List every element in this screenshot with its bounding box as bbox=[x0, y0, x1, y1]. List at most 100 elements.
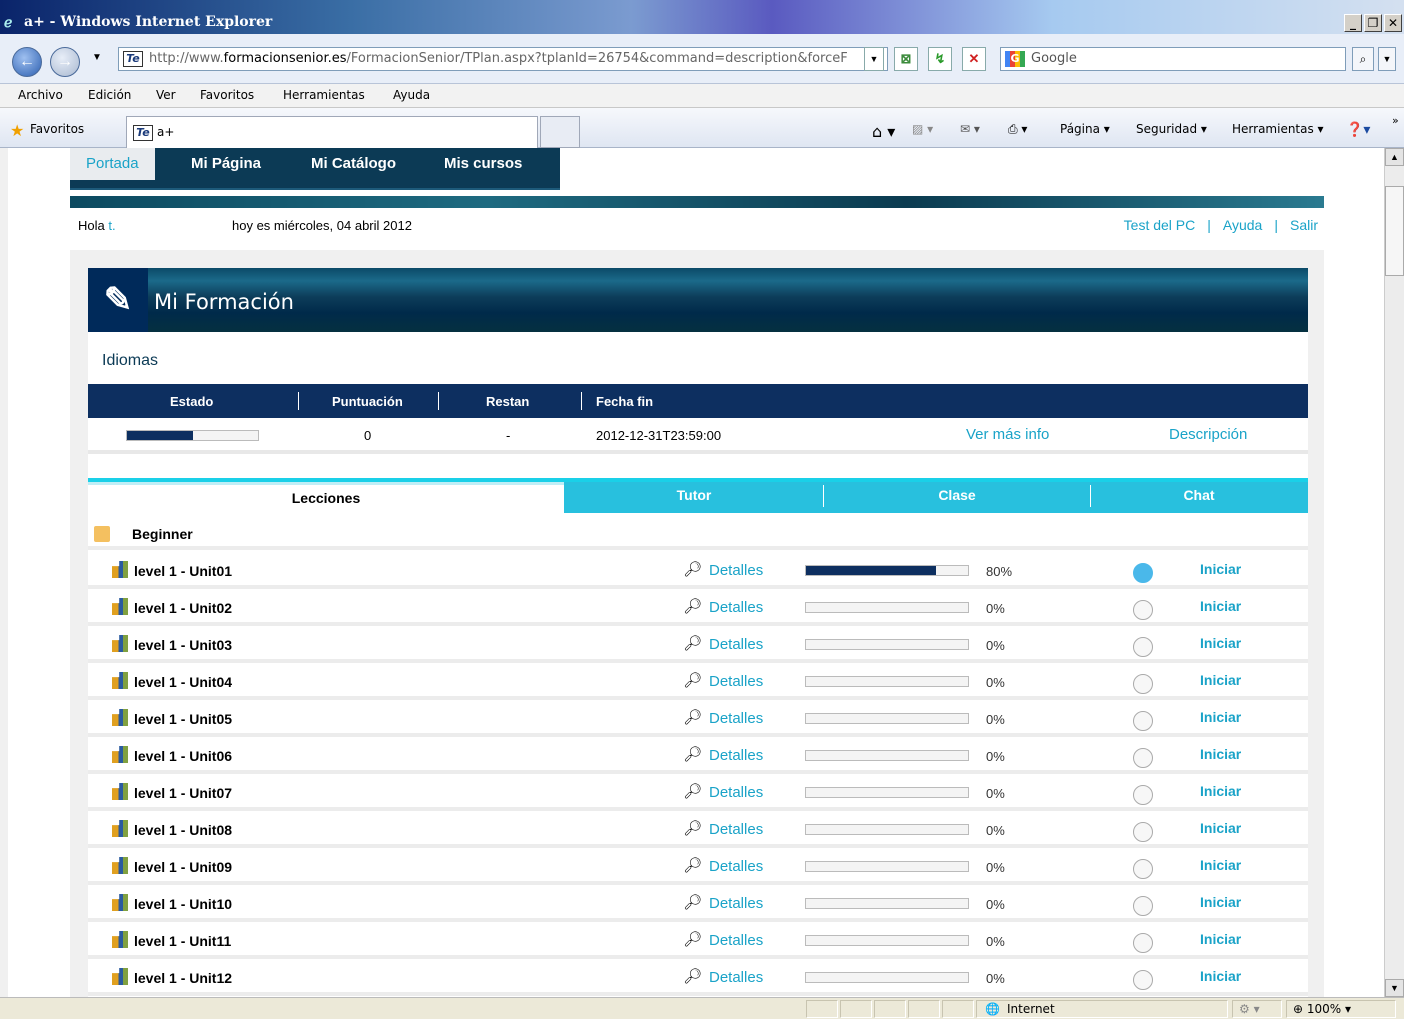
nav-mi-pagina[interactable]: Mi Página bbox=[175, 148, 277, 180]
scroll-down-icon[interactable]: ▼ bbox=[1385, 979, 1404, 997]
tab-lecciones[interactable]: Lecciones bbox=[88, 482, 564, 513]
details-link[interactable]: Detalles bbox=[709, 932, 763, 949]
feeds-icon[interactable]: ▨ ▾ bbox=[912, 122, 933, 136]
more-info-link[interactable]: Ver más info bbox=[966, 426, 1049, 443]
start-lesson-link[interactable]: Iniciar bbox=[1200, 894, 1241, 910]
magnifier-icon[interactable]: 🔎︎ bbox=[683, 857, 702, 875]
magnifier-icon[interactable]: 🔎︎ bbox=[683, 672, 702, 690]
lesson-percent: 0% bbox=[986, 601, 1005, 616]
page-viewport: Portada Mi Página Mi Catálogo Mis cursos… bbox=[0, 148, 1384, 997]
details-link[interactable]: Detalles bbox=[709, 858, 763, 875]
tab-clase[interactable]: Clase bbox=[824, 487, 1090, 503]
menu-ver[interactable]: Ver bbox=[156, 88, 176, 102]
start-lesson-link[interactable]: Iniciar bbox=[1200, 857, 1241, 873]
section-title: Mi Formación bbox=[154, 290, 294, 314]
print-icon[interactable]: ⎙ ▾ bbox=[1008, 122, 1027, 137]
details-link[interactable]: Detalles bbox=[709, 710, 763, 727]
details-link[interactable]: Detalles bbox=[709, 747, 763, 764]
details-link[interactable]: Detalles bbox=[709, 636, 763, 653]
restore-button[interactable]: ❐ bbox=[1364, 14, 1382, 32]
group-name: Beginner bbox=[132, 526, 193, 542]
tools-menu[interactable]: Herramientas ▾ bbox=[1232, 122, 1324, 136]
minimize-button[interactable]: _ bbox=[1344, 14, 1362, 32]
magnifier-icon[interactable]: 🔎︎ bbox=[683, 894, 702, 912]
start-lesson-link[interactable]: Iniciar bbox=[1200, 561, 1241, 577]
nav-portada[interactable]: Portada bbox=[70, 148, 155, 180]
menu-edicion[interactable]: Edición bbox=[88, 88, 131, 102]
magnifier-icon[interactable]: 🔎︎ bbox=[683, 931, 702, 949]
tab-chat[interactable]: Chat bbox=[1090, 487, 1308, 503]
start-lesson-link[interactable]: Iniciar bbox=[1200, 635, 1241, 651]
col-fecha-fin: Fecha fin bbox=[596, 394, 654, 409]
start-lesson-link[interactable]: Iniciar bbox=[1200, 598, 1241, 614]
forward-button[interactable]: → bbox=[50, 47, 80, 77]
start-lesson-link[interactable]: Iniciar bbox=[1200, 672, 1241, 688]
vertical-scrollbar[interactable]: ▲ ▼ bbox=[1384, 148, 1404, 997]
security-menu[interactable]: Seguridad ▾ bbox=[1136, 122, 1207, 136]
zoom-control[interactable]: ⊕ 100% ▾ bbox=[1286, 1000, 1396, 1018]
magnifier-icon[interactable]: 🔎︎ bbox=[683, 598, 702, 616]
stop-icon[interactable]: ✕ bbox=[962, 47, 986, 71]
start-lesson-link[interactable]: Iniciar bbox=[1200, 968, 1241, 984]
magnifier-icon[interactable]: 🔎︎ bbox=[683, 968, 702, 986]
mail-icon[interactable]: ✉ ▾ bbox=[960, 122, 980, 136]
menu-favoritos[interactable]: Favoritos bbox=[200, 88, 254, 102]
nav-mis-cursos[interactable]: Mis cursos bbox=[428, 148, 538, 180]
col-puntuacion: Puntuación bbox=[332, 394, 403, 409]
help-icon[interactable]: ❓▾ bbox=[1346, 122, 1370, 138]
divider bbox=[88, 450, 1308, 454]
chevron-more-icon[interactable]: » bbox=[1392, 114, 1399, 127]
home-icon[interactable]: ⌂ ▾ bbox=[872, 122, 895, 141]
close-button[interactable]: ✕ bbox=[1384, 14, 1402, 32]
scroll-thumb[interactable] bbox=[1385, 186, 1404, 276]
back-button[interactable]: ← bbox=[12, 47, 42, 77]
details-link[interactable]: Detalles bbox=[709, 562, 763, 579]
test-pc-link[interactable]: Test del PC bbox=[1124, 217, 1196, 233]
start-lesson-link[interactable]: Iniciar bbox=[1200, 931, 1241, 947]
user-name[interactable]: t. bbox=[108, 218, 115, 233]
menu-herramientas[interactable]: Herramientas bbox=[283, 88, 365, 102]
details-link[interactable]: Detalles bbox=[709, 895, 763, 912]
zone-segment: 🌐 Internet bbox=[976, 1000, 1228, 1018]
start-lesson-link[interactable]: Iniciar bbox=[1200, 783, 1241, 799]
help-link[interactable]: Ayuda bbox=[1223, 217, 1262, 233]
logout-link[interactable]: Salir bbox=[1290, 217, 1318, 233]
address-input[interactable]: Te http://www.formacionsenior.es/Formaci… bbox=[118, 47, 888, 71]
refresh-icon[interactable]: ↯ bbox=[928, 47, 952, 71]
lesson-percent: 0% bbox=[986, 638, 1005, 653]
tab-tutor[interactable]: Tutor bbox=[564, 487, 824, 503]
search-input[interactable]: G Google bbox=[1000, 47, 1346, 71]
lesson-group[interactable]: Beginner bbox=[88, 520, 1308, 550]
nav-mi-catalogo[interactable]: Mi Catálogo bbox=[295, 148, 412, 180]
start-lesson-link[interactable]: Iniciar bbox=[1200, 746, 1241, 762]
greeting-label: Hola bbox=[78, 218, 105, 233]
browser-tab[interactable]: Te a+ bbox=[126, 116, 538, 148]
details-link[interactable]: Detalles bbox=[709, 969, 763, 986]
address-dropdown-button[interactable]: ▼ bbox=[864, 47, 884, 71]
details-link[interactable]: Detalles bbox=[709, 821, 763, 838]
magnifier-icon[interactable]: 🔎︎ bbox=[683, 635, 702, 653]
start-lesson-link[interactable]: Iniciar bbox=[1200, 709, 1241, 725]
details-link[interactable]: Detalles bbox=[709, 599, 763, 616]
scroll-up-icon[interactable]: ▲ bbox=[1385, 148, 1404, 166]
magnifier-icon[interactable]: 🔎︎ bbox=[683, 746, 702, 764]
new-tab-button[interactable] bbox=[540, 116, 580, 148]
magnifier-icon[interactable]: 🔎︎ bbox=[683, 561, 702, 579]
magnifier-icon[interactable]: 🔎︎ bbox=[683, 709, 702, 727]
favorites-button[interactable]: Favoritos bbox=[30, 122, 84, 136]
menu-archivo[interactable]: Archivo bbox=[18, 88, 63, 102]
details-link[interactable]: Detalles bbox=[709, 784, 763, 801]
compatibility-icon[interactable]: ⊠ bbox=[894, 47, 918, 71]
start-lesson-link[interactable]: Iniciar bbox=[1200, 820, 1241, 836]
details-link[interactable]: Detalles bbox=[709, 673, 763, 690]
protected-mode-icon[interactable]: ⚙ ▾ bbox=[1232, 1000, 1282, 1018]
history-dropdown-icon[interactable]: ▼ bbox=[92, 52, 102, 63]
search-options-button[interactable]: ▼ bbox=[1378, 47, 1396, 71]
search-icon[interactable]: ⌕ bbox=[1352, 47, 1374, 71]
magnifier-icon[interactable]: 🔎︎ bbox=[683, 820, 702, 838]
magnifier-icon[interactable]: 🔎︎ bbox=[683, 783, 702, 801]
page-menu[interactable]: Página ▾ bbox=[1060, 122, 1110, 136]
menu-ayuda[interactable]: Ayuda bbox=[393, 88, 430, 102]
favorites-star-icon[interactable]: ★ bbox=[10, 121, 24, 140]
description-link[interactable]: Descripción bbox=[1169, 426, 1247, 443]
